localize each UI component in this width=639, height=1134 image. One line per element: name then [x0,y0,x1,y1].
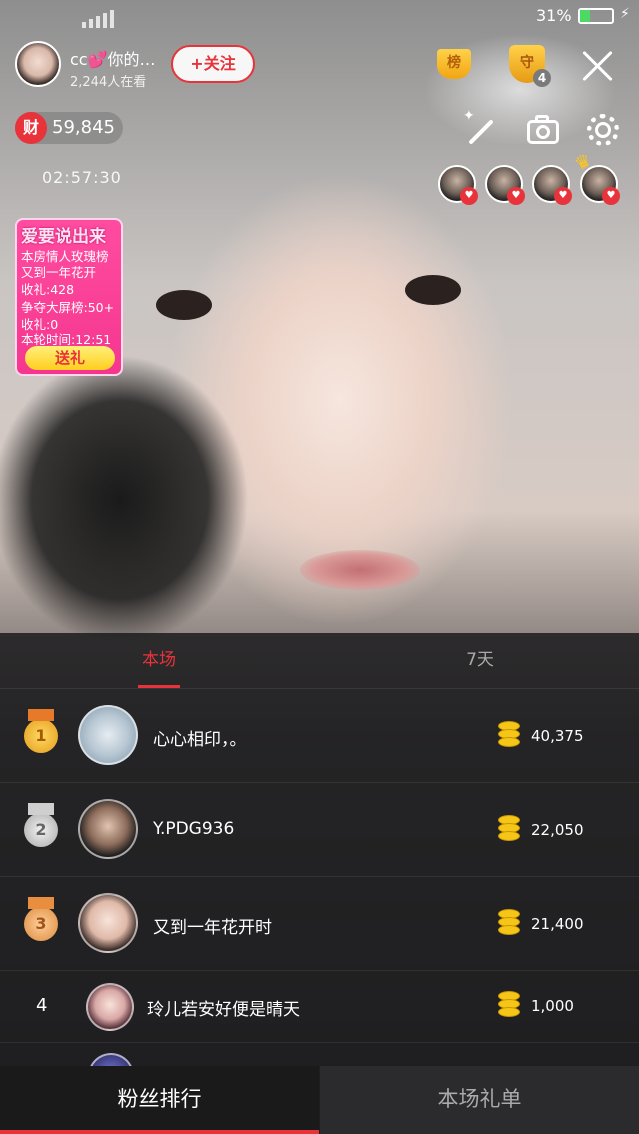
coin-value: 21,400 [531,915,584,933]
ranking-button[interactable]: 榜 [432,42,476,86]
ranking-row[interactable]: 3 又到一年花开时 21,400 [0,877,639,971]
rank-number: 4 [36,995,48,1016]
user-avatar[interactable] [86,983,134,1031]
shield-label: 守 [520,55,534,71]
user-name: 又到一年花开时 [153,918,272,938]
ranking-row[interactable]: 2 Y.PDG936 22,050 [0,783,639,877]
host-avatar[interactable] [15,41,61,87]
wealth-badge[interactable]: 财 59,845 [15,112,123,144]
status-bar: 31% ⚡ [0,0,639,34]
battery-percentage: 31% [536,6,572,25]
bronze-medal-icon: 3 [24,897,58,941]
tab-fan-ranking[interactable]: 粉丝排行 [0,1066,319,1134]
user-avatar[interactable] [78,799,138,859]
viewer-count: 2,244人在看 [70,75,147,90]
wealth-value: 59,845 [52,117,115,138]
video-eye-right [405,275,461,305]
user-avatar[interactable] [78,893,138,953]
wealth-icon: 财 [15,112,47,144]
coin-icon [496,991,522,1019]
viewer-badge-icon: ♥ [554,187,572,205]
ranking-row[interactable]: 4 玲儿若安好便是晴天 1,000 [0,971,639,1043]
viewer-badge-icon: ♥ [602,187,620,205]
tab-gift-list[interactable]: 本场礼单 [320,1066,639,1134]
trophy-icon: 榜 [437,49,471,79]
user-name: Y.PDG936 [153,819,235,839]
promo-line: 收礼:428 [21,282,75,297]
video-lips [300,550,420,590]
coin-icon [496,721,522,749]
coin-value: 40,375 [531,727,584,745]
battery-icon [578,8,614,24]
silver-medal-icon: 2 [24,803,58,847]
coin-value: 1,000 [531,997,574,1015]
tab-this-session[interactable]: 本场 [128,633,190,688]
user-avatar[interactable] [78,705,138,765]
viewer-avatar-1[interactable]: ♥ [438,165,478,205]
guard-button[interactable]: 守 4 [505,42,551,87]
video-hair [0,330,300,670]
video-eye-left [156,290,212,320]
gold-medal-icon: 1 [24,709,58,753]
viewer-avatar-3[interactable]: ♥ [532,165,572,205]
send-gift-button[interactable]: 送礼 [25,346,115,370]
guard-count-badge: 4 [533,69,551,87]
charging-icon: ⚡ [620,6,630,22]
ranking-row[interactable]: 1 心心相印，。 40,375 [0,689,639,783]
follow-button[interactable]: +关注 [171,45,255,83]
fan-ranking-panel: 本场 7天 1 心心相印，。 40,375 2 Y.PDG936 22,050 … [0,633,639,1134]
user-name: 心心相印，。 [153,730,247,750]
close-button[interactable] [578,46,616,84]
host-name[interactable]: cc💕你的… [70,46,156,70]
promo-card[interactable]: 爱要说出来 本房情人玫瑰榜 又到一年花开 收礼:428 争夺大屏榜:50+ 收礼… [15,218,123,376]
tab-7-days[interactable]: 7天 [440,633,520,688]
live-timer: 02:57:30 [42,168,122,187]
user-name: 玲儿若安好便是晴天 [147,1000,300,1020]
coin-icon [496,815,522,843]
beauty-wand-icon[interactable] [463,108,499,148]
viewer-badge-icon: ♥ [460,187,478,205]
viewer-avatar-2[interactable]: ♥ [485,165,525,205]
coin-value: 22,050 [531,821,584,839]
camera-switch-icon[interactable] [525,112,561,148]
signal-icon [82,10,114,28]
settings-gear-icon[interactable] [585,112,621,148]
coin-icon [496,909,522,937]
promo-title: 爱要说出来 [21,227,106,247]
shield-icon: 守 4 [509,45,551,87]
viewer-badge-icon: ♥ [507,187,525,205]
